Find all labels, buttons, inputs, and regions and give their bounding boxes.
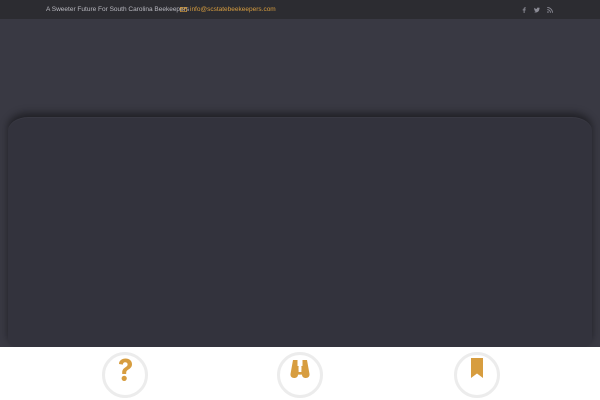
hero-slider[interactable] [8, 117, 592, 348]
feature-section [0, 347, 600, 400]
bookmark-icon [471, 358, 483, 378]
envelope-icon [180, 7, 187, 12]
site-tagline: A Sweeter Future For South Carolina Beek… [46, 6, 190, 13]
top-bar: A Sweeter Future For South Carolina Beek… [0, 0, 600, 19]
rss-icon[interactable] [547, 6, 553, 13]
binoculars-icon [290, 360, 310, 378]
social-links [521, 0, 553, 19]
feature-circle-binoculars[interactable] [277, 352, 323, 398]
facebook-icon[interactable] [521, 6, 527, 13]
email-link[interactable]: info@scstatebeekeepers.com [180, 0, 276, 19]
twitter-icon[interactable] [534, 7, 540, 13]
email-address: info@scstatebeekeepers.com [190, 6, 276, 13]
feature-circle-bookmark[interactable] [454, 352, 500, 398]
feature-circle-question[interactable] [102, 352, 148, 398]
question-mark-icon [119, 358, 132, 381]
